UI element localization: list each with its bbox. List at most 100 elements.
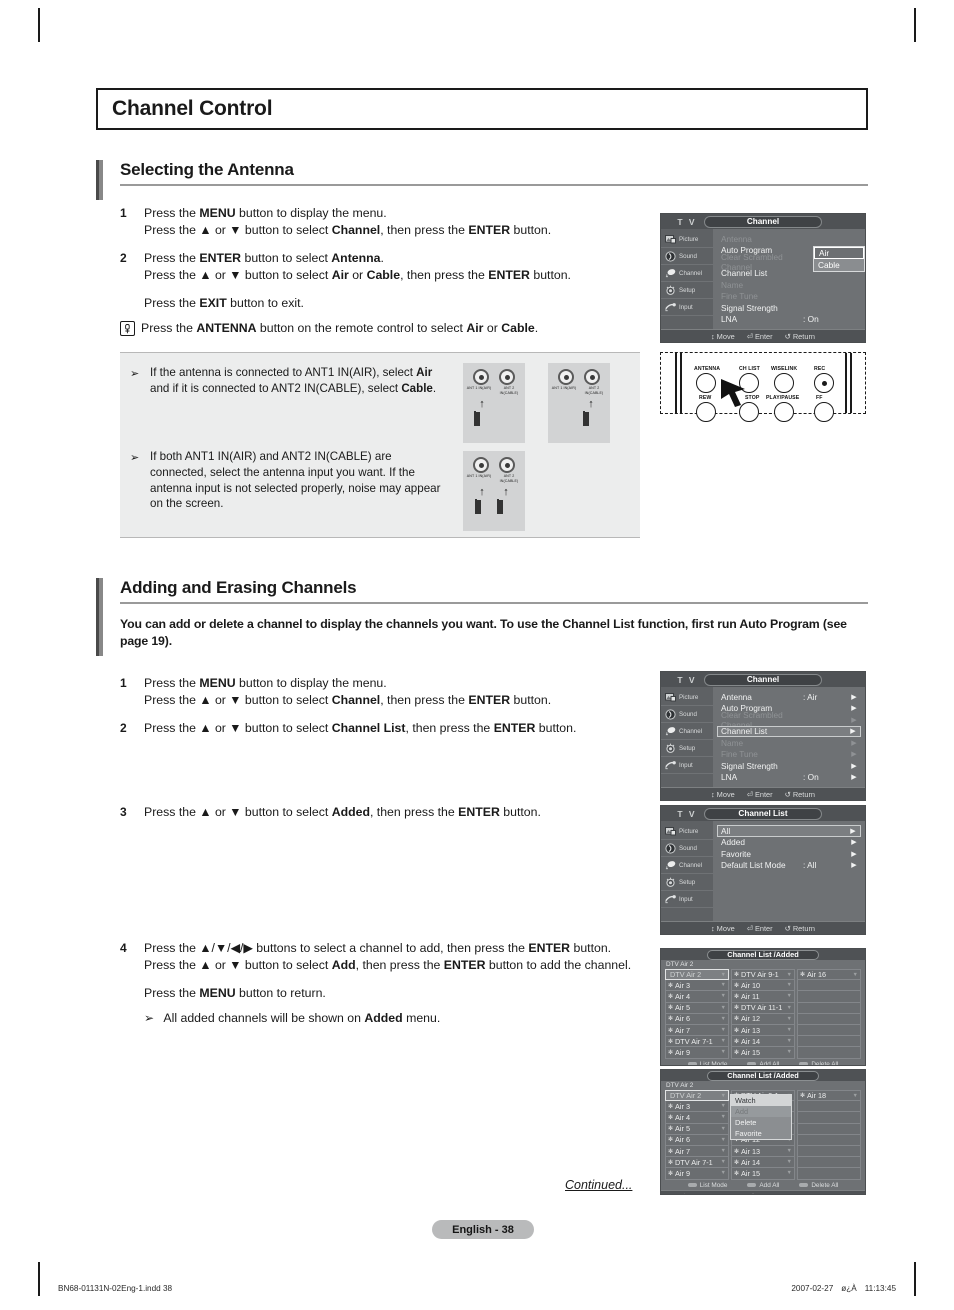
osd-sidebar[interactable]: Picture Sound Channel Setup Input	[661, 229, 713, 342]
osd-menu-item-label: Antenna	[721, 691, 752, 702]
osd-menu-item[interactable]: Favorite ▶	[721, 848, 859, 860]
clist-cell[interactable]: ✻ Air 13 ▼	[731, 1024, 795, 1037]
clist-cell[interactable]: ✻Air 12 ▼	[731, 1013, 795, 1025]
osd-sidebar-item-channel[interactable]: Channel	[661, 857, 713, 874]
channel-context-menu[interactable]: Watch Add Delete Favorite	[730, 1094, 792, 1140]
osd-sidebar[interactable]: Picture Sound Channel Setup Input	[661, 687, 713, 800]
osd-sidebar-item-input[interactable]: Input	[661, 891, 713, 908]
clist-cell[interactable]: ✻ Air 5 ▼	[665, 1123, 729, 1135]
osd-sidebar-item-sound[interactable]: Sound	[661, 706, 713, 723]
clist-cell[interactable]: ✻ Air 14 ▼	[731, 1036, 795, 1048]
antenna-option-air[interactable]: Air	[814, 247, 864, 259]
clist-cell-label: Air 10	[741, 980, 761, 990]
osd-channel-list-menu[interactable]: T V Channel List Picture Sound Channel Setu…	[660, 805, 866, 935]
osd-menu-item[interactable]: LNA: On	[721, 314, 859, 326]
osd-channel-list-added-grid[interactable]: Channel List /Added DTV Air 2 DTV Air 2 ▼…	[660, 948, 866, 1066]
remote-rec-button[interactable]	[814, 373, 834, 393]
osd-sidebar-item-sound[interactable]: Sound	[661, 840, 713, 857]
clist-cell-label: DTV Air 2	[670, 970, 702, 980]
osd-channel-menu-channellist[interactable]: T V Channel Picture Sound Channel Setup Inpu…	[660, 671, 866, 801]
osd-sidebar-item-picture[interactable]: Picture	[661, 823, 713, 840]
context-menu-item-delete[interactable]: Delete	[731, 1117, 791, 1128]
clist-cell[interactable]: ✻Air 11 ▼	[731, 991, 795, 1003]
osd-titlebar: T V Channel	[661, 214, 865, 229]
remote-antenna-button[interactable]	[696, 373, 716, 393]
osd-sidebar-item-sound[interactable]: Sound	[661, 248, 713, 265]
osd-sidebar-item-input[interactable]: Input	[661, 299, 713, 316]
clist-cell[interactable]: ✻ Air 7 ▼	[665, 1024, 729, 1037]
clist-cell[interactable]: ✻ Air 9 ▼	[665, 1168, 729, 1180]
osd-sidebar-item-picture[interactable]: Picture	[661, 231, 713, 248]
coax-plug-icon	[474, 410, 490, 427]
clist-cell[interactable]: ✻ Air 3 ▼	[665, 1101, 729, 1113]
clist-cell[interactable]: ✻ Air 6 ▼	[665, 1134, 729, 1146]
step-number: 1	[120, 676, 127, 690]
jack-labels: ANT 1 IN(AIR) ANT 2 IN(CABLE)	[466, 474, 522, 484]
context-menu-item-favorite[interactable]: Favorite	[731, 1128, 791, 1139]
osd-menu-item[interactable]: LNA: On ▶	[721, 772, 859, 784]
clist-cell[interactable]: DTV Air 2 ▼	[665, 969, 729, 981]
clist-cell[interactable]: ✻ Air 4 ▼	[665, 991, 729, 1003]
osd-menu-item-label: Name	[721, 279, 744, 290]
jack-label-ant2: ANT 2 IN(CABLE)	[499, 474, 519, 483]
antenna-dropdown[interactable]: Air Cable	[813, 246, 865, 272]
colorkey-add-all[interactable]: Add All	[747, 1182, 779, 1189]
clist-cell[interactable]: ✻ Air 16 ▼	[797, 969, 861, 981]
clist-cell[interactable]: ✻ Air 6 ▼	[665, 1013, 729, 1025]
clist-cell[interactable]: ✻ Air 3 ▼	[665, 980, 729, 992]
clist-cell[interactable]: ✻ Air 5 ▼	[665, 1002, 729, 1014]
osd-sidebar-item-channel[interactable]: Channel	[661, 265, 713, 282]
clist-cell[interactable]: ✻ Air 9 ▼	[665, 1047, 729, 1059]
osd-menu-item[interactable]: Antenna: Air ▶	[721, 691, 859, 703]
clist-cell-label: Air 7	[675, 1025, 691, 1035]
osd-menu-item[interactable]: All ▶	[717, 825, 861, 837]
clist-cell[interactable]: ✻ DTV Air 7-1 ▼	[665, 1157, 729, 1169]
clist-cell[interactable]: ✻ Air 13 ▼	[731, 1145, 795, 1158]
chevron-down-icon: ▼	[720, 1125, 726, 1132]
osd-sidebar-item-channel[interactable]: Channel	[661, 723, 713, 740]
osd-sidebar-item-input[interactable]: Input	[661, 757, 713, 774]
antenna-option-cable[interactable]: Cable	[814, 259, 864, 271]
osd-menu-item[interactable]: Default List Mode: All ▶	[721, 860, 859, 872]
osd-sidebar-item-setup[interactable]: Setup	[661, 874, 713, 891]
remote-playpause-button[interactable]	[774, 402, 794, 422]
osd-menu-item[interactable]: Channel List ▶	[717, 725, 861, 737]
colorkey-add-all[interactable]: Add All	[747, 1061, 779, 1065]
clist-cell[interactable]: ✻Air 10 ▼	[731, 980, 795, 992]
clist-cell[interactable]: ✻DTV Air 9-1 ▼	[731, 969, 795, 981]
colorkey-delete-all[interactable]: Delete All	[799, 1061, 838, 1065]
clist-cell[interactable]: DTV Air 2 ▼	[665, 1090, 729, 1102]
clist-cell[interactable]: ✻ Air 7 ▼	[665, 1145, 729, 1158]
clist-hint-label: Return	[823, 1192, 845, 1195]
clist-cell[interactable]: ✻ DTV Air 7-1 ▼	[665, 1036, 729, 1048]
osd-menu-item: Name	[721, 279, 859, 291]
osd-menu-item-label: Favorite	[721, 848, 751, 859]
remote-rew-button[interactable]	[696, 402, 716, 422]
osd-sidebar-item-setup[interactable]: Setup	[661, 740, 713, 757]
osd-sidebar-item-setup[interactable]: Setup	[661, 282, 713, 299]
clist-cell[interactable]: ✻ Air 15 ▼	[731, 1168, 795, 1180]
arrow-row: ↑ ↑	[477, 486, 511, 497]
clist-cell[interactable]: ✻ Air 4 ▼	[665, 1112, 729, 1124]
remote-wiselink-button[interactable]	[774, 373, 794, 393]
osd-channel-list-added-contextmenu[interactable]: Channel List /Added DTV Air 2 DTV Air 2 ▼…	[660, 1069, 866, 1195]
context-menu-item-watch[interactable]: Watch	[731, 1095, 791, 1106]
colorkey-list-mode[interactable]: List Mode	[687, 1061, 727, 1065]
osd-sidebar-item-label: Channel	[679, 269, 703, 277]
osd-menu-item[interactable]: Signal Strength ▶	[721, 760, 859, 772]
osd-main-list[interactable]: All ▶ Added ▶ Favorite ▶ Default List Mode: Al…	[713, 821, 865, 934]
remote-ff-button[interactable]	[814, 402, 834, 422]
osd-menu-item[interactable]: Added ▶	[721, 837, 859, 849]
colorkey-list-mode[interactable]: List Mode	[687, 1182, 727, 1189]
clist-cell[interactable]: ✻DTV Air 11-1▼	[731, 1002, 795, 1014]
clist-cell[interactable]: ✻ Air 18 ▼	[797, 1090, 861, 1102]
colorkey-delete-all[interactable]: Delete All	[799, 1182, 838, 1189]
osd-main-list[interactable]: Antenna: Air ▶ Auto Program ▶ Clear Scramble…	[713, 687, 865, 800]
osd-sidebar[interactable]: Picture Sound Channel Setup Input	[661, 821, 713, 934]
osd-sidebar-item-picture[interactable]: Picture	[661, 689, 713, 706]
osd-channel-menu-antenna[interactable]: T V Channel Picture Sound Channel Setup Inpu…	[660, 213, 866, 343]
clist-cell[interactable]: ✻ Air 14 ▼	[731, 1157, 795, 1169]
osd-menu-item[interactable]: Signal Strength	[721, 302, 859, 314]
clist-cell[interactable]: ✻ Air 15 ▼	[731, 1047, 795, 1059]
clist-grid[interactable]: DTV Air 2 ▼ ✻ Air 3 ▼ ✻ Air 4 ▼ ✻ Air 5 ▼ ✻ Air 6 ▼ ✻ A…	[661, 969, 865, 1059]
